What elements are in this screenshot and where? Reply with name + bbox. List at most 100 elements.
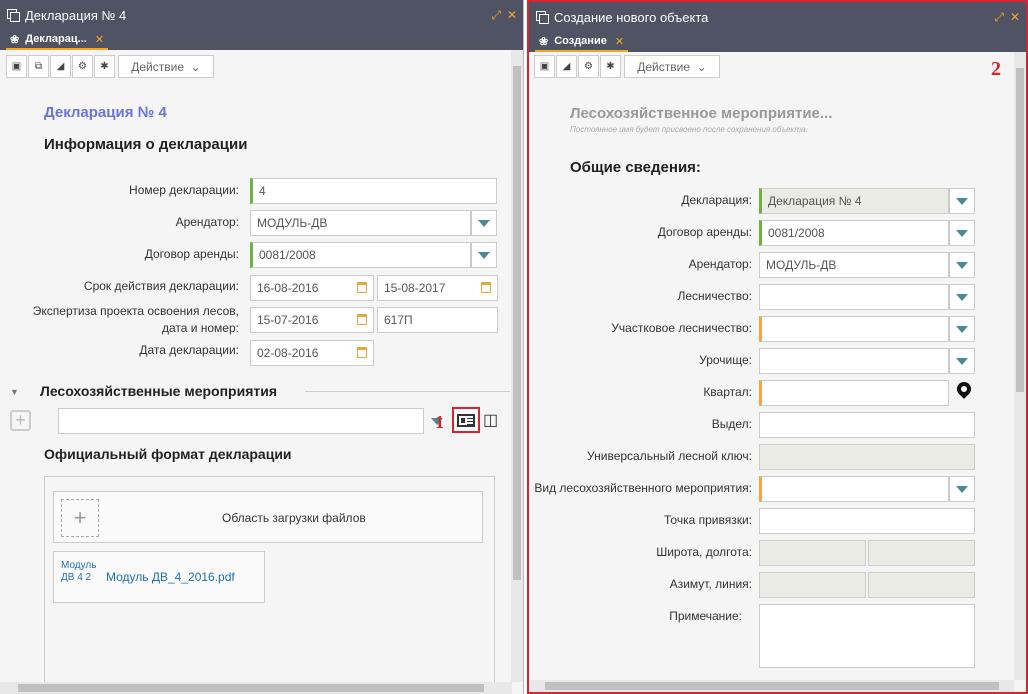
tenant-dropdown-icon[interactable] xyxy=(471,210,497,236)
new-object-window: Создание нового объекта ⤢ ✕ ❀ Создание ✕… xyxy=(527,0,1028,694)
district-label: Участковое лесничество: xyxy=(611,321,752,335)
tab-bar: ❀ Декларац... ✕ xyxy=(0,30,523,50)
number-field[interactable]: 4 xyxy=(250,178,497,204)
tract-dropdown-icon[interactable] xyxy=(949,348,975,374)
action-dropdown[interactable]: Действие ⌄ xyxy=(624,55,720,78)
period-from-value: 16-08-2016 xyxy=(257,281,319,295)
tab-create[interactable]: ❀ Создание ✕ xyxy=(535,32,629,52)
marker-1: 1 xyxy=(435,412,444,432)
calendar-icon[interactable] xyxy=(357,314,367,325)
save-icon[interactable]: ▣ xyxy=(534,55,555,78)
decl-field[interactable]: Декларация № 4 xyxy=(759,188,949,214)
calendar-icon[interactable] xyxy=(481,282,491,293)
tab-close-icon[interactable]: ✕ xyxy=(95,33,104,46)
divider xyxy=(305,391,510,392)
period-to-field[interactable]: 15-08-2017 xyxy=(377,275,498,301)
collapse-arrow-icon[interactable]: ▼ xyxy=(10,387,19,397)
lease-field[interactable]: 0081/2008 xyxy=(250,242,471,268)
calendar-icon[interactable] xyxy=(357,347,367,358)
file-item[interactable]: Модуль ДВ 4 2 Модуль ДВ_4_2016.pdf xyxy=(53,551,265,603)
point-field[interactable] xyxy=(759,508,975,534)
scrollbar-thumb[interactable] xyxy=(1016,68,1024,392)
tab-label: Создание xyxy=(554,35,607,47)
gear-icon[interactable]: ✱ xyxy=(600,55,621,78)
note-textarea[interactable] xyxy=(759,604,975,668)
latitude-field xyxy=(759,540,866,566)
vertical-scrollbar[interactable] xyxy=(511,50,523,682)
tab-close-icon[interactable]: ✕ xyxy=(615,35,624,48)
forestry-dropdown-icon[interactable] xyxy=(949,284,975,310)
line-field xyxy=(868,572,975,598)
maximize-icon[interactable]: ⤢ xyxy=(994,10,1004,25)
lease-dropdown-icon[interactable] xyxy=(949,220,975,246)
action-label: Действие xyxy=(637,59,691,74)
lease-label: Договор аренды: xyxy=(144,247,239,261)
object-title: Лесохозяйственное мероприятие... xyxy=(570,105,833,122)
expertise-date-value: 15-07-2016 xyxy=(257,313,319,327)
azimuth-field xyxy=(759,572,866,598)
lease-dropdown-icon[interactable] xyxy=(471,242,497,268)
map-pin-icon[interactable] xyxy=(954,379,974,402)
settings-multi-icon[interactable]: ⚙ xyxy=(578,55,599,78)
type-label: Вид лесохозяйственного мероприятия: xyxy=(534,481,752,495)
tenant-label: Арендатор: xyxy=(175,215,239,229)
close-icon[interactable]: ✕ xyxy=(1010,10,1020,24)
upload-label: Область загрузки файлов xyxy=(222,511,366,525)
scrollbar-thumb[interactable] xyxy=(513,66,521,580)
decl-label: Декларация: xyxy=(681,193,752,207)
scrollbar-thumb[interactable] xyxy=(18,684,484,692)
maximize-icon[interactable]: ⤢ xyxy=(491,8,501,23)
calendar-icon[interactable] xyxy=(357,282,367,293)
objects-icon: ❀ xyxy=(10,33,20,46)
file-thumbnail: Модуль ДВ 4 2 xyxy=(61,560,99,596)
horizontal-scrollbar[interactable] xyxy=(529,680,1014,692)
files-panel: + Область загрузки файлов Модуль ДВ 4 2 … xyxy=(44,476,495,686)
decl-dropdown-icon[interactable] xyxy=(949,188,975,214)
gear-icon[interactable]: ✱ xyxy=(94,55,115,78)
date-field[interactable]: 02-08-2016 xyxy=(250,340,374,366)
tenant-dropdown-icon[interactable] xyxy=(949,252,975,278)
tenant-field[interactable]: МОДУЛЬ-ДВ xyxy=(759,252,949,278)
type-field[interactable] xyxy=(759,476,949,502)
save-icon[interactable]: ▣ xyxy=(6,55,27,78)
scrollbar-thumb[interactable] xyxy=(545,682,999,690)
map-icon[interactable]: ◫ xyxy=(483,410,498,430)
period-from-field[interactable]: 16-08-2016 xyxy=(250,275,374,301)
tab-bar: ❀ Создание ✕ xyxy=(529,32,1026,52)
file-link[interactable]: Модуль ДВ_4_2016.pdf xyxy=(106,570,235,584)
district-dropdown-icon[interactable] xyxy=(949,316,975,342)
section-field[interactable] xyxy=(759,412,975,438)
upload-area[interactable]: + Область загрузки файлов xyxy=(53,491,483,543)
number-label: Номер декларации: xyxy=(129,183,239,197)
longitude-field xyxy=(868,540,975,566)
lease-label: Договор аренды: xyxy=(657,225,752,239)
horizontal-scrollbar[interactable] xyxy=(0,682,512,694)
period-label: Срок действия декларации: xyxy=(83,279,239,293)
copy-icon[interactable]: ⧉ xyxy=(28,55,49,78)
tract-field[interactable] xyxy=(759,348,949,374)
add-event-icon[interactable]: + xyxy=(10,410,31,431)
type-dropdown-icon[interactable] xyxy=(949,476,975,502)
toolbar: ▣ ◢ ⚙ ✱ Действие ⌄ xyxy=(534,55,721,78)
tab-declaration[interactable]: ❀ Декларац... ✕ xyxy=(6,30,109,50)
lease-field[interactable]: 0081/2008 xyxy=(759,220,949,246)
expertise-number-field[interactable]: 617П xyxy=(377,307,498,333)
vertical-scrollbar[interactable] xyxy=(1014,52,1026,680)
settings-multi-icon[interactable]: ⚙ xyxy=(72,55,93,78)
expertise-date-field[interactable]: 15-07-2016 xyxy=(250,307,374,333)
info-header: Информация о декларации xyxy=(44,136,248,153)
window-icon xyxy=(535,10,549,24)
forestry-field[interactable] xyxy=(759,284,949,310)
declaration-window: Декларация № 4 ⤢ ✕ ❀ Декларац... ✕ ▣ ⧉ ◢… xyxy=(0,0,524,694)
tenant-field[interactable]: МОДУЛЬ-ДВ xyxy=(250,210,471,236)
action-dropdown[interactable]: Действие ⌄ xyxy=(118,55,214,78)
events-select[interactable] xyxy=(58,408,424,434)
district-field[interactable] xyxy=(759,316,949,342)
upload-plus-icon[interactable]: + xyxy=(61,499,99,537)
format-header: Официальный формат декларации xyxy=(44,446,292,462)
card-view-icon[interactable] xyxy=(452,407,480,433)
close-icon[interactable]: ✕ xyxy=(507,8,517,22)
quarter-field[interactable] xyxy=(759,380,949,406)
eraser-icon[interactable]: ◢ xyxy=(556,55,577,78)
eraser-icon[interactable]: ◢ xyxy=(50,55,71,78)
